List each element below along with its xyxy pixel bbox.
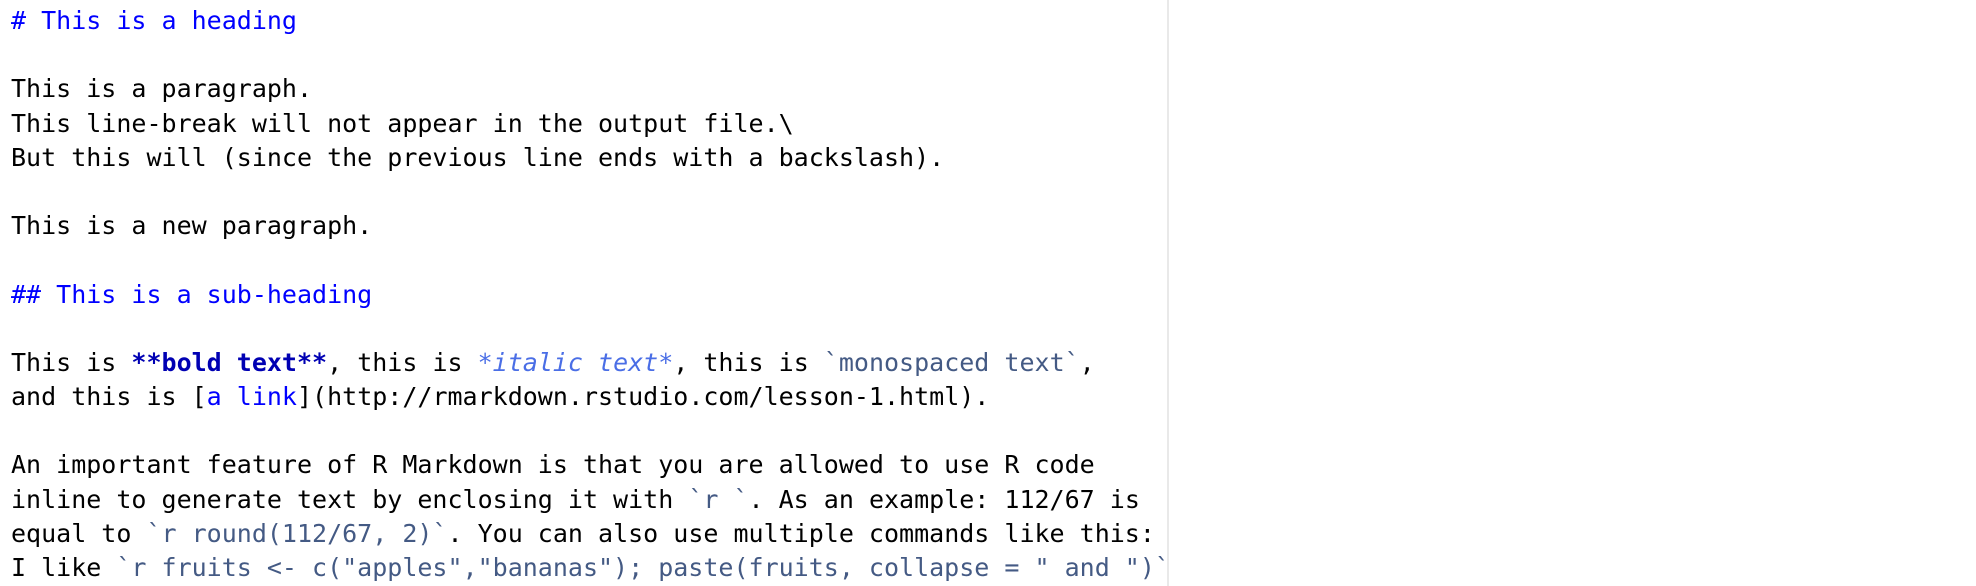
line-text: . You can also use multiple commands lik… [447, 518, 1155, 548]
blank-line[interactable] [11, 312, 1167, 346]
line-text: This is a paragraph. [11, 74, 313, 104]
line-text: inline to generate text by enclosing it … [11, 484, 689, 514]
line-text: ](http://rmarkdown.rstudio.com/lesson-1.… [296, 382, 990, 412]
line-text: , this is [673, 347, 824, 377]
inline-r-token: `r ` [688, 484, 749, 514]
code-line[interactable]: This is a new paragraph. [11, 209, 1167, 243]
line-text: This is a new paragraph. [11, 211, 373, 241]
inline-r-token: `r round(112/67, 2)` [146, 518, 448, 548]
empty-right-pane [1171, 0, 1976, 586]
line-text: But this will (since the previous line e… [11, 142, 945, 172]
line-text: and this is [ [11, 382, 207, 412]
line-text: . As an example: 112/67 is [748, 484, 1140, 514]
code-line[interactable]: This is **bold text**, this is *italic t… [11, 346, 1167, 380]
subheading-text: ## This is a sub-heading [11, 279, 373, 309]
code-line[interactable]: I like `r fruits <- c("apples","bananas"… [11, 551, 1169, 585]
code-line[interactable]: But this will (since the previous line e… [11, 141, 1167, 175]
code-line[interactable]: This is a paragraph. [11, 72, 1167, 106]
line-text: , [1079, 347, 1095, 377]
code-line[interactable]: An important feature of R Markdown is th… [11, 448, 1167, 482]
heading-text: # This is a heading [11, 6, 297, 35]
italic-token: *italic text* [477, 347, 674, 377]
link-token: a link [206, 382, 297, 412]
source-editor[interactable]: # This is a heading This is a paragraph.… [0, 0, 1169, 586]
line-text: An important feature of R Markdown is th… [11, 450, 1095, 480]
code-line[interactable]: inline to generate text by enclosing it … [11, 483, 1167, 517]
line-text: , this is [327, 347, 478, 377]
line-text: I like [11, 553, 117, 582]
line-text: equal to [11, 518, 147, 548]
subheading-line[interactable]: ## This is a sub-heading [11, 278, 1167, 312]
heading-line[interactable]: # This is a heading [11, 4, 1167, 38]
inline-r-token: `r fruits <- c("apples","bananas"); past… [116, 553, 1169, 582]
monospace-token: `monospaced text` [823, 347, 1080, 377]
blank-line[interactable] [11, 175, 1167, 209]
blank-line[interactable] [11, 38, 1167, 72]
code-line[interactable]: equal to `r round(112/67, 2)`. You can a… [11, 517, 1167, 551]
blank-line[interactable] [11, 243, 1167, 277]
blank-line[interactable] [11, 414, 1167, 448]
code-line[interactable]: This line-break will not appear in the o… [11, 107, 1167, 141]
line-text: This line-break will not appear in the o… [11, 108, 794, 138]
line-text: This is [11, 347, 132, 377]
code-area[interactable]: # This is a heading This is a paragraph.… [11, 4, 1169, 585]
bold-token: **bold text** [131, 347, 328, 377]
code-line[interactable]: and this is [a link](http://rmarkdown.rs… [11, 380, 1167, 414]
